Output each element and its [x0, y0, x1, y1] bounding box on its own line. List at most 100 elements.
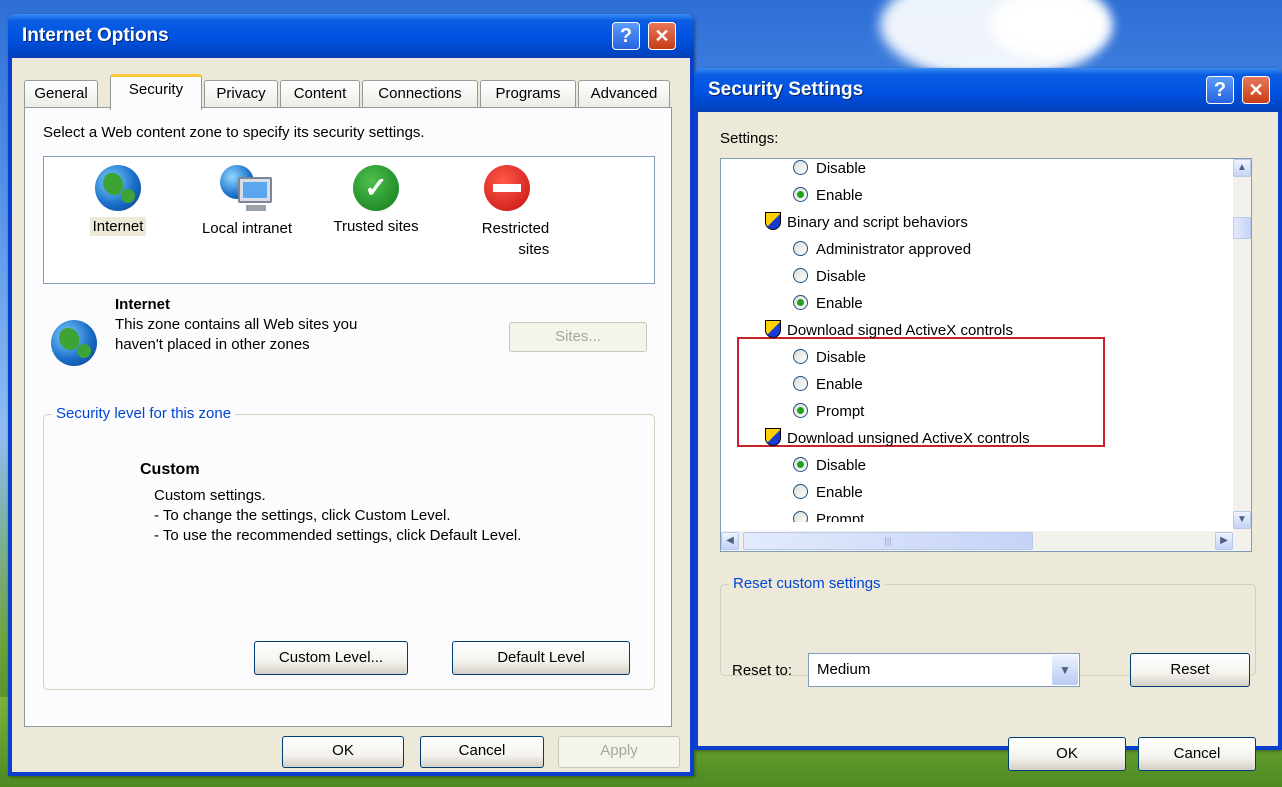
radio-button[interactable]	[793, 457, 808, 472]
check-icon: ✓	[353, 165, 399, 211]
settings-tree: Disable Enable Binary and script behavio…	[720, 158, 1252, 552]
zone-label: Trusted sites	[333, 218, 419, 235]
option-enable[interactable]: Enable	[793, 292, 863, 316]
option-enable[interactable]: Enable	[793, 481, 863, 505]
restricted-icon	[484, 165, 530, 211]
radio-button[interactable]	[793, 268, 808, 283]
zone-info-title: Internet	[115, 296, 171, 313]
option-prompt[interactable]: Prompt	[793, 508, 864, 522]
zone-label: Internet	[89, 217, 147, 236]
intranet-icon	[220, 165, 274, 213]
option-label: Prompt	[816, 403, 865, 420]
radio-button[interactable]	[793, 160, 808, 175]
option-label: Enable	[816, 187, 863, 204]
scroll-down-button[interactable]: ▼	[1233, 511, 1251, 529]
scroll-grip-icon: |||	[884, 536, 892, 546]
radio-button[interactable]	[793, 403, 808, 418]
vertical-scrollbar[interactable]: ▲ ▼	[1233, 159, 1251, 531]
security-level-legend: Security level for this zone	[52, 405, 236, 422]
security-level-line1: Custom settings.	[154, 487, 266, 504]
group-download-signed-activex: Download signed ActiveX controls	[765, 319, 1013, 343]
security-settings-titlebar[interactable]: Security Settings ? ✕	[694, 68, 1282, 112]
scroll-right-icon: ▶	[1220, 535, 1228, 546]
zone-internet[interactable]: Internet	[66, 165, 170, 236]
cancel-button[interactable]: Cancel	[420, 736, 544, 768]
close-button[interactable]: ✕	[1242, 76, 1270, 104]
zone-restricted-sites[interactable]: Restricted sites	[452, 165, 562, 261]
radio-button[interactable]	[793, 376, 808, 391]
security-tab-panel: Select a Web content zone to specify its…	[24, 107, 672, 727]
radio-button[interactable]	[793, 187, 808, 202]
internet-options-titlebar[interactable]: Internet Options ? ✕	[8, 14, 694, 58]
option-label: Enable	[816, 295, 863, 312]
zone-trusted-sites[interactable]: ✓ Trusted sites	[320, 165, 432, 236]
reset-group-legend: Reset custom settings	[729, 575, 885, 592]
chevron-down-icon[interactable]: ▼	[1052, 655, 1078, 685]
zone-info-line1: This zone contains all Web sites you	[115, 316, 358, 333]
option-label: Disable	[816, 160, 867, 177]
close-icon: ✕	[654, 26, 670, 46]
tab-general[interactable]: General	[24, 80, 98, 108]
radio-button[interactable]	[793, 241, 808, 256]
security-settings-window: Security Settings ? ✕ Settings: Disable …	[694, 68, 1282, 771]
option-disable[interactable]: Disable	[793, 159, 867, 181]
option-enable[interactable]: Enable	[793, 373, 863, 397]
tab-advanced[interactable]: Advanced	[578, 80, 670, 108]
custom-level-button[interactable]: Custom Level...	[254, 641, 408, 675]
sites-button[interactable]: Sites...	[509, 322, 647, 352]
settings-label: Settings:	[720, 130, 779, 147]
settings-shield-icon	[765, 320, 781, 338]
security-level-line2: - To change the settings, click Custom L…	[154, 507, 451, 524]
scroll-left-button[interactable]: ◀	[721, 532, 739, 550]
cancel-button[interactable]: Cancel	[1138, 737, 1256, 771]
horizontal-scrollbar[interactable]: ◀ ||| ▶	[721, 531, 1251, 551]
tab-content[interactable]: Content	[280, 80, 360, 108]
help-icon: ?	[619, 25, 633, 47]
option-disable[interactable]: Disable	[793, 454, 866, 478]
tab-programs[interactable]: Programs	[480, 80, 576, 108]
vertical-scroll-thumb[interactable]	[1233, 217, 1251, 239]
reset-button[interactable]: Reset	[1130, 653, 1250, 687]
default-level-button[interactable]: Default Level	[452, 641, 630, 675]
security-settings-body: Settings: Disable Enable Binary and scri…	[698, 112, 1278, 771]
window-title: Security Settings	[708, 79, 864, 100]
security-level-name: Custom	[140, 461, 200, 478]
globe-icon	[51, 320, 97, 366]
reset-level-value: Medium	[817, 661, 871, 678]
tab-privacy[interactable]: Privacy	[204, 80, 278, 108]
close-icon: ✕	[1248, 80, 1264, 100]
close-button[interactable]: ✕	[648, 22, 676, 50]
zone-label: Local intranet	[201, 220, 293, 237]
security-level-group: Security level for this zone Custom Cust…	[43, 405, 655, 690]
window-title: Internet Options	[22, 25, 169, 46]
ok-button[interactable]: OK	[282, 736, 404, 768]
option-enable[interactable]: Enable	[793, 184, 863, 208]
zone-label: Restricted sites	[481, 220, 550, 258]
option-label: Administrator approved	[816, 241, 972, 258]
horizontal-scroll-thumb[interactable]: |||	[743, 532, 1033, 550]
apply-button[interactable]: Apply	[558, 736, 680, 768]
group-download-unsigned-activex: Download unsigned ActiveX controls	[765, 427, 1030, 451]
radio-button[interactable]	[793, 295, 808, 310]
scroll-up-button[interactable]: ▲	[1233, 159, 1251, 177]
option-label: Disable	[816, 349, 867, 366]
zone-local-intranet[interactable]: Local intranet	[186, 165, 308, 238]
radio-button[interactable]	[793, 511, 808, 522]
globe-icon	[95, 165, 141, 211]
internet-options-window: Internet Options ? ✕ General Security Pr…	[8, 14, 694, 776]
scroll-right-button[interactable]: ▶	[1215, 532, 1233, 550]
tab-security[interactable]: Security	[110, 74, 202, 110]
option-prompt[interactable]: Prompt	[793, 400, 864, 424]
reset-level-select[interactable]: Medium ▼	[808, 653, 1080, 687]
help-button[interactable]: ?	[1206, 76, 1234, 104]
radio-button[interactable]	[793, 349, 808, 364]
tab-connections[interactable]: Connections	[362, 80, 478, 108]
internet-options-body: General Security Privacy Content Connect…	[12, 58, 690, 772]
radio-button[interactable]	[793, 484, 808, 499]
ok-button[interactable]: OK	[1008, 737, 1126, 771]
option-administrator-approved[interactable]: Administrator approved	[793, 238, 971, 262]
option-disable[interactable]: Disable	[793, 265, 866, 289]
option-label: Disable	[816, 268, 867, 285]
option-disable[interactable]: Disable	[793, 346, 866, 370]
help-button[interactable]: ?	[612, 22, 640, 50]
